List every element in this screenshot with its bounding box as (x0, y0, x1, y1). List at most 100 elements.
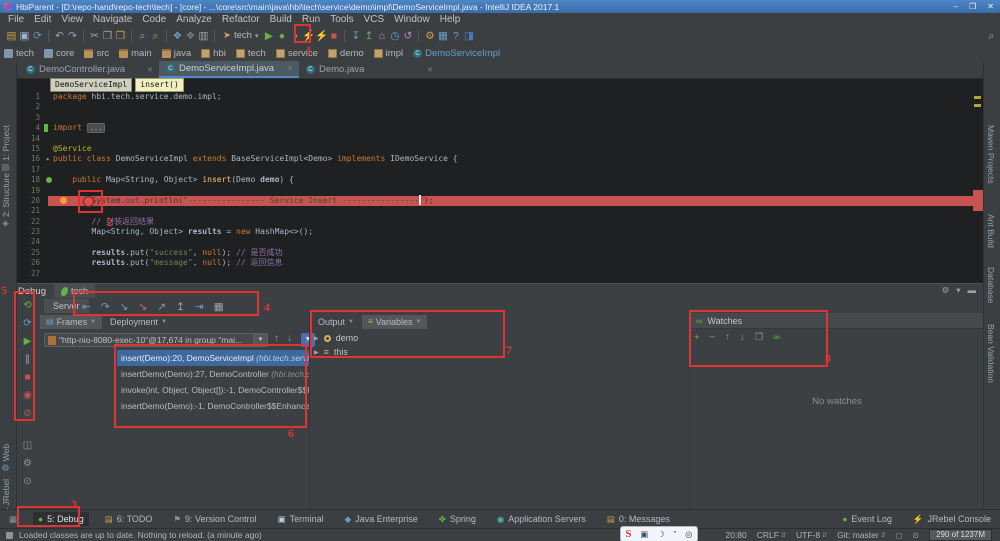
close-icon[interactable]: ✕ (427, 66, 433, 74)
maximize-button[interactable]: ❐ (969, 2, 976, 11)
deployment-tab[interactable]: Deployment ▼ (104, 315, 173, 329)
tab-messages[interactable]: ▤0: Messages (602, 512, 675, 527)
inspections-hector-icon[interactable]: ⊙ (912, 531, 919, 540)
toolwindow-switcher-icon[interactable]: ▦ (4, 512, 22, 527)
tab-demoserviceimpl-java[interactable]: CDemoServiceImpl.java✕ (159, 61, 299, 78)
copy-icon[interactable]: ❐ (102, 29, 114, 43)
redo-icon[interactable]: ↷ (67, 29, 79, 43)
close-button[interactable]: ✕ (987, 2, 994, 11)
minimize-button[interactable]: – (954, 2, 958, 11)
run-icon[interactable]: ▶ (263, 29, 275, 43)
thread-dump-icon[interactable]: ◫ (23, 440, 32, 451)
breadcrumb-java[interactable]: java (162, 48, 191, 59)
tab-version-control[interactable]: ⚑9: Version Control (168, 512, 261, 527)
code-line-18[interactable]: 18 public Map<String, Object> insert(Dem… (16, 175, 984, 185)
undo-icon[interactable]: ↶ (54, 29, 66, 43)
stack-frame[interactable]: insertDemo(Demo):27, DemoController (hbi… (117, 366, 309, 382)
breadcrumb-tech[interactable]: tech (236, 48, 266, 59)
move-up-icon[interactable]: ↑ (725, 332, 730, 343)
step-into-icon[interactable]: ↘ (120, 301, 129, 313)
coverage-icon[interactable]: ◑ (289, 29, 301, 43)
expand-arrow-icon[interactable]: ▶ (314, 335, 319, 342)
panel-divider[interactable] (309, 313, 310, 510)
breadcrumb-demo[interactable]: demo (328, 48, 364, 59)
memory-indicator[interactable]: 290 of 1237M (929, 529, 992, 541)
code-line-24[interactable]: 24 (16, 237, 984, 247)
tab-debug[interactable]: ●5: Debug (33, 512, 89, 526)
panel-divider[interactable] (689, 313, 690, 510)
vcs-shelve-icon[interactable]: ⌂ (376, 29, 388, 43)
ime-punct-icon[interactable]: ” (674, 529, 677, 539)
tool-web[interactable]: ◍ Web (1, 444, 11, 473)
drop-frame-icon[interactable]: ↥ (176, 301, 185, 313)
ime-lang-icon[interactable]: ▣ (640, 529, 648, 540)
context-chip[interactable]: DemoServiceImpl (50, 78, 132, 92)
evaluate-expression-icon[interactable]: ▦ (214, 301, 224, 313)
code-line-20[interactable]: 20 System.out.println("---------------- … (16, 196, 984, 206)
next-frame-icon[interactable]: ↓ (287, 333, 292, 344)
menu-file[interactable]: File (3, 14, 29, 25)
tab-todo[interactable]: ▤6: TODO (100, 512, 158, 527)
menu-code[interactable]: Code (137, 14, 171, 25)
show-watches-in-variables-icon[interactable]: ∞ (773, 332, 780, 343)
code-line-22[interactable]: 22 // 封装返回结果 (16, 217, 984, 227)
caret-position[interactable]: 20:80 (725, 530, 746, 540)
breadcrumb-demoserviceimpl[interactable]: CDemoServiceImpl (413, 48, 500, 59)
stop-icon[interactable]: ■ (24, 372, 30, 383)
tab-java-enterprise[interactable]: ◆Java Enterprise (340, 512, 423, 527)
menu-run[interactable]: Run (297, 14, 325, 25)
encoding[interactable]: UTF-8⇵ (796, 530, 827, 540)
project-structure-icon[interactable]: ▦ (437, 29, 449, 43)
context-chip[interactable]: insert() (135, 78, 184, 92)
pin-icon[interactable]: ⊙ (23, 476, 31, 487)
sync-icon[interactable]: ⟳ (32, 29, 44, 43)
variable-this[interactable]: ▶≡this (314, 345, 358, 359)
tool-project[interactable]: ▤ 1: Project (1, 125, 11, 172)
code-line-2[interactable]: 2 (16, 102, 984, 112)
ime-toolbar[interactable]: S▣☽”◎ (620, 526, 698, 541)
hide-library-frames-icon[interactable]: ▼ (301, 333, 315, 347)
stack-frame[interactable]: insertDemo(Demo):-1, DemoController$$Enh… (117, 398, 309, 414)
tab-application-servers[interactable]: ◉Application Servers (492, 512, 591, 527)
code-line-21[interactable]: 21 (16, 206, 984, 216)
breadcrumb-core[interactable]: core (44, 48, 74, 59)
thread-selector[interactable]: "http-nio-8080-exec-10"@17,674 in group … (44, 333, 268, 347)
hide-panel-icon[interactable]: ▬ (968, 285, 977, 296)
paste-icon[interactable]: ❒ (115, 29, 127, 43)
git-branch[interactable]: Git: master⇵ (837, 530, 886, 540)
vcs-commit-icon[interactable]: ↥ (363, 29, 375, 43)
code-line-19[interactable]: 19 (16, 186, 984, 196)
menu-view[interactable]: View (56, 14, 88, 25)
step-out-icon[interactable]: ↗ (157, 301, 166, 313)
menu-refactor[interactable]: Refactor (217, 14, 265, 25)
tab-terminal[interactable]: ▣Terminal (273, 512, 329, 527)
save-icon[interactable]: ▣ (19, 29, 31, 43)
ime-moon-icon[interactable]: ☽ (657, 529, 665, 540)
pause-icon[interactable]: ∥ (25, 354, 30, 365)
si-plugin-icon[interactable]: ◨ (463, 29, 475, 43)
code-line-1[interactable]: 1package hbi.tech.service.demo.impl; (16, 92, 984, 102)
code-line-17[interactable]: 17 (16, 165, 984, 175)
code-line-16[interactable]: 16public class DemoServiceImpl extends B… (16, 154, 984, 164)
find-icon[interactable]: ⌕ (137, 29, 149, 43)
show-execution-point-icon[interactable]: ⇤ (82, 301, 91, 313)
code-line-23[interactable]: 23 Map<String, Object> results = new Has… (16, 227, 984, 237)
frames-tab[interactable]: ▤ Frames ▼ (40, 315, 102, 329)
close-icon[interactable]: ✕ (147, 66, 153, 74)
settings-gear-icon[interactable]: ⚙ (942, 285, 950, 296)
debug-session-tab[interactable]: tech (54, 284, 95, 298)
stack-frame[interactable]: invoke(int, Object, Object[]):-1, DemoCo… (117, 382, 309, 398)
breadcrumb-hbi[interactable]: hbi (201, 48, 226, 59)
tool-maven-projects[interactable]: Maven Projects (986, 125, 996, 184)
cut-icon[interactable]: ✂ (89, 29, 101, 43)
variables-tab[interactable]: ≡ Variables ▼ (362, 315, 427, 329)
menu-edit[interactable]: Edit (29, 14, 56, 25)
force-step-into-icon[interactable]: ↘ (138, 301, 147, 313)
menu-window[interactable]: Window (389, 14, 435, 25)
code-editor[interactable]: DemoServiceImplinsert() 1package hbi.tec… (16, 78, 984, 283)
tool-structure[interactable]: ◈ 2: Structure (1, 173, 11, 228)
ime-settings-icon[interactable]: ◎ (685, 529, 692, 540)
code-line-4[interactable]: 4import ... (16, 123, 984, 133)
debug-settings-icon[interactable]: ⚙ (23, 458, 32, 469)
tab-demo-java[interactable]: CDemo.java✕ (299, 61, 439, 78)
